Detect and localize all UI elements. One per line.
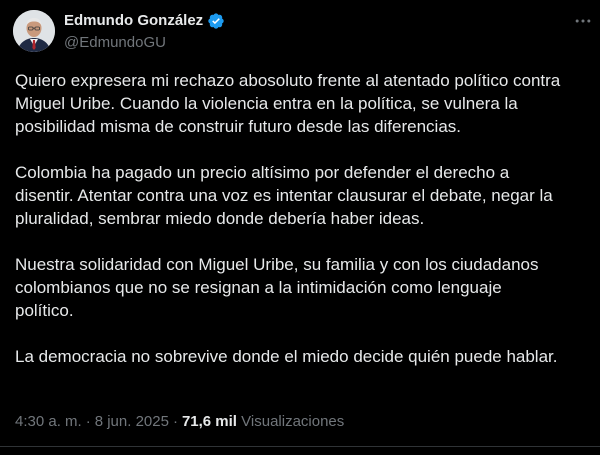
tweet-line: colombianos que no se resignan a la inti… (15, 278, 502, 297)
tweet-line: disentir. Atentar contra una voz es inte… (15, 186, 553, 205)
tweet-text: Quiero expresera mi rechazo abosoluto fr… (15, 69, 600, 391)
tweet-meta: 4:30 a. m. · 8 jun. 2025 · 71,6 mil Visualiz… (15, 413, 344, 431)
tweet-line: posibilidad misma de construir futuro de… (15, 117, 462, 136)
tweet-paragraph: Quiero expresera mi rechazo abosoluto fr… (15, 69, 600, 138)
tweet-line: pluralidad, sembrar miedo donde debería … (15, 209, 425, 228)
tweet-line: Colombia ha pagado un precio altísimo po… (15, 163, 510, 182)
author-display-name[interactable]: Edmundo González (64, 12, 203, 30)
tweet-paragraph: Colombia ha pagado un precio altísimo po… (15, 161, 600, 230)
views-count[interactable]: 71,6 mil (182, 413, 237, 430)
tweet-line: Miguel Uribe. Cuando la violencia entra … (15, 94, 518, 113)
tweet-line: La democracia no sobrevive donde el mied… (15, 347, 558, 366)
tweet-line: Nuestra solidaridad con Miguel Uribe, su… (15, 255, 539, 274)
tweet-line: Quiero expresera mi rechazo abosoluto fr… (15, 71, 561, 90)
tweet-paragraph: La democracia no sobrevive donde el mied… (15, 345, 600, 368)
tweet: Edmundo González @EdmundoGU Quiero expre… (0, 0, 600, 455)
divider (0, 446, 600, 447)
verified-badge-icon[interactable] (207, 12, 225, 30)
meta-separator: · (172, 413, 178, 430)
avatar[interactable] (13, 10, 55, 52)
more-options-button[interactable] (572, 10, 594, 32)
author-name-row: Edmundo González (64, 12, 225, 30)
author-handle[interactable]: @EdmundoGU (64, 34, 166, 52)
tweet-line: político. (15, 301, 74, 320)
more-options-icon (575, 19, 591, 23)
tweet-time[interactable]: 4:30 a. m. (15, 413, 82, 430)
tweet-paragraph: Nuestra solidaridad con Miguel Uribe, su… (15, 253, 600, 322)
tweet-date[interactable]: 8 jun. 2025 (95, 413, 169, 430)
meta-separator: · (85, 413, 91, 430)
views-label: Visualizaciones (241, 413, 345, 430)
